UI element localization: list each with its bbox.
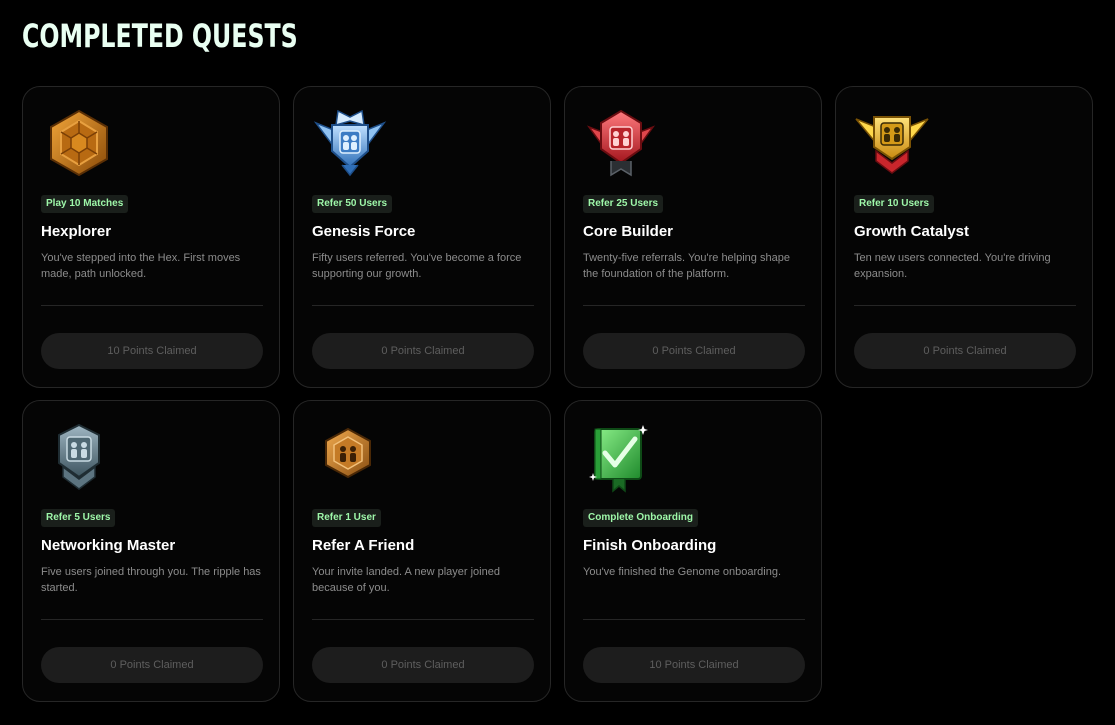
quest-card-genesis-force: Refer 50 Users Genesis Force Fifty users… xyxy=(293,86,551,388)
quest-card-hexplorer: Play 10 Matches Hexplorer You've stepped… xyxy=(22,86,280,388)
divider xyxy=(583,619,805,620)
divider xyxy=(854,305,1076,306)
quest-title: Finish Onboarding xyxy=(583,537,717,554)
points-claimed-button[interactable]: 0 Points Claimed xyxy=(854,333,1076,369)
points-claimed-button[interactable]: 10 Points Claimed xyxy=(41,333,263,369)
quest-requirement-tag: Complete Onboarding xyxy=(583,509,698,527)
quest-description: Fifty users referred. You've become a fo… xyxy=(312,252,522,280)
quest-title: Refer A Friend xyxy=(312,537,415,554)
quest-description: Twenty-five referrals. You're helping sh… xyxy=(583,252,790,280)
quest-description: You've finished the Genome onboarding. xyxy=(583,566,782,578)
quest-card-refer-a-friend: Refer 1 User Refer A Friend Your invite … xyxy=(293,400,551,702)
page-title: COMPLETED QUESTS xyxy=(22,17,298,55)
divider xyxy=(41,619,263,620)
quest-requirement-tag: Refer 10 Users xyxy=(854,195,935,213)
green-checkmark-book-badge-icon xyxy=(583,421,659,493)
divider xyxy=(41,305,263,306)
quest-grid: Play 10 Matches Hexplorer You've stepped… xyxy=(22,86,1094,702)
blue-winged-crest-badge-icon xyxy=(312,107,388,179)
quest-requirement-tag: Refer 5 Users xyxy=(41,509,116,527)
quest-card-finish-onboarding: Complete Onboarding Finish Onboarding Yo… xyxy=(564,400,822,702)
divider xyxy=(583,305,805,306)
steel-shield-badge-icon xyxy=(41,421,117,493)
quest-title: Core Builder xyxy=(583,223,674,240)
quest-requirement-tag: Play 10 Matches xyxy=(41,195,129,213)
quest-description: Ten new users connected. You're driving … xyxy=(854,252,1051,280)
quest-title: Networking Master xyxy=(41,537,176,554)
quest-title: Hexplorer xyxy=(41,223,112,240)
points-claimed-button[interactable]: 0 Points Claimed xyxy=(583,333,805,369)
quest-card-core-builder: Refer 25 Users Core Builder Twenty-five … xyxy=(564,86,822,388)
bronze-hexagon-people-badge-icon xyxy=(312,421,388,493)
quest-requirement-tag: Refer 25 Users xyxy=(583,195,664,213)
divider xyxy=(312,619,534,620)
points-claimed-button[interactable]: 0 Points Claimed xyxy=(312,333,534,369)
points-claimed-button[interactable]: 10 Points Claimed xyxy=(583,647,805,683)
quest-requirement-tag: Refer 1 User xyxy=(312,509,381,527)
bronze-hexagon-badge-icon xyxy=(41,107,117,179)
quest-title: Growth Catalyst xyxy=(854,223,970,240)
points-claimed-button[interactable]: 0 Points Claimed xyxy=(312,647,534,683)
quest-card-networking-master: Refer 5 Users Networking Master Five use… xyxy=(22,400,280,702)
divider xyxy=(312,305,534,306)
gold-winged-crest-badge-icon xyxy=(854,107,930,179)
red-winged-crest-badge-icon xyxy=(583,107,659,179)
quest-card-growth-catalyst: Refer 10 Users Growth Catalyst Ten new u… xyxy=(835,86,1093,388)
points-claimed-button[interactable]: 0 Points Claimed xyxy=(41,647,263,683)
quest-description: Your invite landed. A new player joined … xyxy=(312,566,500,594)
quest-description: Five users joined through you. The rippl… xyxy=(41,566,261,594)
quest-description: You've stepped into the Hex. First moves… xyxy=(41,252,241,280)
quest-title: Genesis Force xyxy=(312,223,416,240)
quest-requirement-tag: Refer 50 Users xyxy=(312,195,393,213)
